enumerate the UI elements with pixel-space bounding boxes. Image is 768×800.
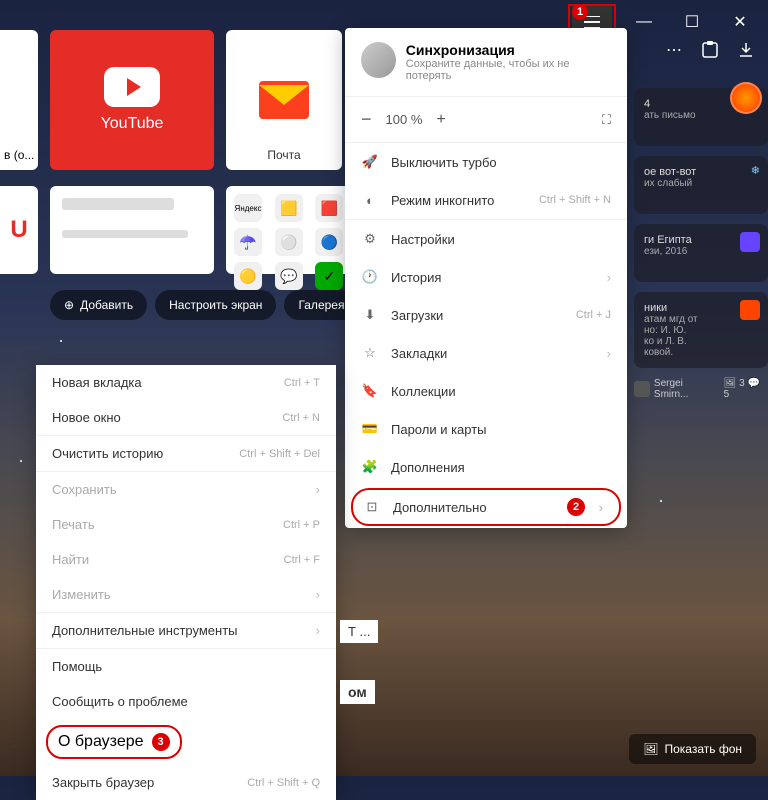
zen-card[interactable]: ги Египтаези, 2016	[634, 224, 768, 282]
avatar-icon	[361, 42, 396, 78]
menu-item-загрузки[interactable]: ⬇ЗагрузкиCtrl + J	[345, 296, 627, 334]
bookmark-icon: 🔖	[361, 382, 379, 400]
menu-item-выключить-турбо[interactable]: 🚀Выключить турбо	[345, 143, 627, 181]
clock-icon: 🕐	[361, 268, 379, 286]
tile-youtube[interactable]: YouTube	[50, 30, 214, 170]
submenu-item[interactable]: ПечатьCtrl + P	[36, 507, 336, 542]
tile-instagram[interactable]	[50, 186, 214, 274]
zen-author: Sergei Smirn...	[654, 378, 720, 400]
extension-icon[interactable]	[698, 38, 722, 62]
zen-badge	[740, 232, 760, 252]
zoom-out-button[interactable]: −	[361, 109, 372, 130]
dots-icon[interactable]: ⋯	[662, 38, 686, 62]
maximize-button[interactable]: ☐	[672, 8, 712, 36]
dots-icon: ⊡	[363, 498, 381, 516]
sync-section[interactable]: Синхронизация Сохраните данные, чтобы их…	[345, 28, 627, 96]
menu-item-режим-инкогнито[interactable]: ◐Режим инкогнитоCtrl + Shift + N	[345, 181, 627, 219]
tile-label: YouTube	[101, 115, 164, 133]
mail-icon	[259, 81, 309, 119]
tile-label: Почта	[226, 148, 342, 162]
close-button[interactable]: ✕	[720, 8, 760, 36]
rocket-icon: 🚀	[361, 153, 379, 171]
submenu-item[interactable]: Закрыть браузерCtrl + Shift + Q	[36, 765, 336, 800]
side-label: ом	[340, 680, 375, 704]
submenu-item[interactable]: Новое окноCtrl + N	[36, 400, 336, 435]
submenu-item[interactable]: Дополнительные инструменты›	[36, 613, 336, 648]
submenu-item[interactable]: Сохранить›	[36, 472, 336, 507]
submenu-item[interactable]: Изменить›	[36, 577, 336, 612]
zoom-in-button[interactable]: +	[436, 111, 445, 129]
menu-item-настройки[interactable]: ⚙Настройки	[345, 220, 627, 258]
download-icon[interactable]	[734, 38, 758, 62]
configure-screen-button[interactable]: Настроить экран	[155, 290, 276, 320]
puzzle-icon: 🧩	[361, 458, 379, 476]
submenu-item[interactable]: Новая вкладкаCtrl + T	[36, 365, 336, 400]
submenu-item[interactable]: Помощь	[36, 649, 336, 684]
zen-avatar	[730, 82, 762, 114]
main-menu: Синхронизация Сохраните данные, чтобы их…	[345, 28, 627, 528]
chevron-right-icon: ›	[607, 270, 611, 285]
zen-card[interactable]: 4ать письмо	[634, 88, 768, 146]
fullscreen-icon[interactable]: ⛶	[602, 112, 611, 128]
side-label: с	[8, 738, 15, 753]
chevron-right-icon: ›	[599, 500, 603, 515]
menu-item-пароли-и-карты[interactable]: 💳Пароли и карты	[345, 410, 627, 448]
toolbar-icons: ⋯	[662, 38, 758, 62]
action-pills: ⊕Добавить Настроить экран Галерея ф	[50, 290, 372, 320]
card-icon: 💳	[361, 420, 379, 438]
menu-item-коллекции[interactable]: 🔖Коллекции	[345, 372, 627, 410]
chevron-right-icon: ›	[607, 346, 611, 361]
chevron-right-icon: ›	[316, 482, 320, 497]
chevron-right-icon: ›	[316, 587, 320, 602]
zoom-level: 100 %	[386, 112, 423, 127]
menu-item-about-browser[interactable]: О браузере3	[46, 725, 182, 759]
marker-1: 1	[572, 4, 588, 20]
sub-menu: Новая вкладкаCtrl + TНовое окноCtrl + NО…	[36, 365, 336, 800]
download-icon: ⬇	[361, 306, 379, 324]
snowflake-icon: ❄	[751, 164, 760, 177]
zoom-controls: − 100 % + ⛶	[345, 97, 627, 142]
side-label: Т ...	[340, 620, 378, 643]
sync-title: Синхронизация	[406, 42, 611, 58]
zen-card[interactable]: ое вот-вотих слабый❄	[634, 156, 768, 214]
show-background-button[interactable]: 🖼 Показать фон	[629, 734, 756, 764]
submenu-item[interactable]: Очистить историюCtrl + Shift + Del	[36, 436, 336, 471]
image-icon: 🖼	[643, 742, 658, 756]
tile-row-2: U Яндекс🟨🟥 ☂️⚪🔵 🟡💬✓	[0, 186, 358, 274]
marker-2: 2	[567, 498, 585, 516]
add-tile-button[interactable]: ⊕Добавить	[50, 290, 147, 320]
plus-icon: ⊕	[64, 298, 74, 312]
gear-icon: ⚙	[361, 230, 379, 248]
tile-label: в (о...	[4, 148, 34, 162]
zen-badge	[740, 300, 760, 320]
zen-card[interactable]: никиатам мгд от но: И. Ю. ко и Л. В. ков…	[634, 292, 768, 368]
chevron-right-icon: ›	[316, 623, 320, 638]
star-icon: ☆	[361, 344, 379, 362]
sync-subtitle: Сохраните данные, чтобы их не потерять	[406, 58, 611, 82]
marker-3: 3	[152, 733, 170, 751]
tile-cut[interactable]: U	[0, 186, 38, 274]
youtube-play-icon	[104, 67, 160, 107]
menu-item-история[interactable]: 🕐История›	[345, 258, 627, 296]
tile-row-1: в (о... YouTube Почта	[0, 30, 342, 170]
minimize-button[interactable]: —	[624, 8, 664, 36]
submenu-item[interactable]: НайтиCtrl + F	[36, 542, 336, 577]
menu-item-закладки[interactable]: ☆Закладки›	[345, 334, 627, 372]
zen-sidebar: 4ать письмо ое вот-вотих слабый❄ ги Египта…	[634, 88, 768, 400]
mask-icon: ◐	[361, 191, 379, 209]
tile-yandex-services[interactable]: Яндекс🟨🟥 ☂️⚪🔵 🟡💬✓	[226, 186, 358, 274]
menu-item-дополнения[interactable]: 🧩Дополнения	[345, 448, 627, 486]
tile-mail[interactable]: Почта	[226, 30, 342, 170]
submenu-item[interactable]: Сообщить о проблеме	[36, 684, 336, 719]
menu-item-дополнительно[interactable]: ⊡Дополнительно›2›	[351, 488, 621, 526]
